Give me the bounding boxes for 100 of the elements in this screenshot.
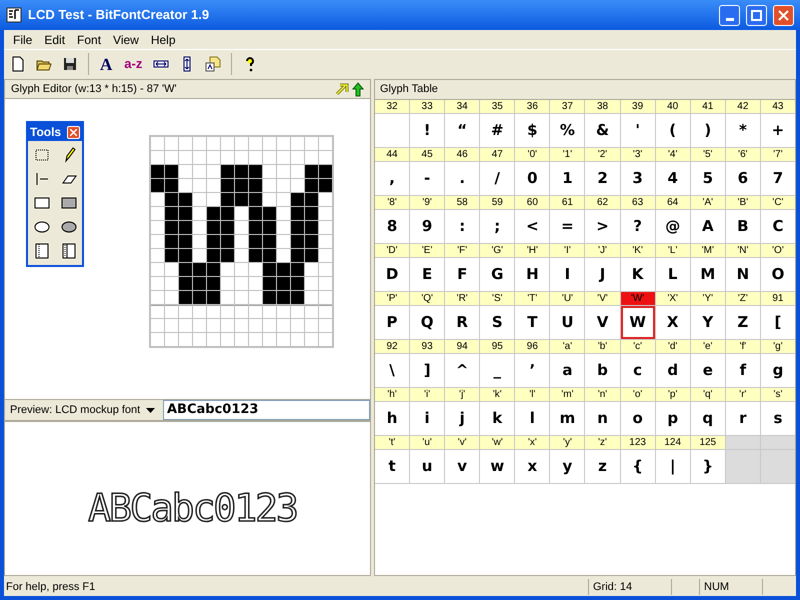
glyph-cell[interactable]: J bbox=[585, 258, 620, 291]
glyph-cell[interactable]: { bbox=[620, 450, 655, 483]
column-right-icon[interactable] bbox=[60, 242, 78, 260]
column-left-icon[interactable] bbox=[32, 242, 50, 260]
glyph-cell[interactable]: ] bbox=[410, 354, 444, 387]
glyph-cell[interactable]: / bbox=[480, 162, 514, 195]
font-dropdown[interactable]: Preview: LCD mockup font bbox=[5, 400, 163, 420]
glyph-cell[interactable]: Q bbox=[410, 306, 444, 339]
glyph-cell[interactable]: ’ bbox=[515, 354, 550, 387]
glyph-cell[interactable]: v bbox=[445, 450, 480, 483]
glyph-cell[interactable]: ! bbox=[410, 114, 444, 147]
glyph-cell[interactable]: a bbox=[550, 354, 584, 387]
glyph-cell[interactable]: j bbox=[445, 402, 480, 435]
menu-item[interactable]: Help bbox=[144, 30, 182, 48]
glyph-cell[interactable]: f bbox=[726, 354, 760, 387]
glyph-cell[interactable]: 1 bbox=[550, 162, 584, 195]
glyph-cell[interactable]: “ bbox=[445, 114, 480, 147]
glyph-cell[interactable]: $ bbox=[515, 114, 550, 147]
glyph-cell[interactable]: g bbox=[760, 354, 795, 387]
preview-text-field[interactable]: ABCabc0123 bbox=[163, 400, 370, 420]
glyph-cell[interactable]: P bbox=[375, 306, 410, 339]
glyph-cell[interactable]: w bbox=[480, 450, 514, 483]
glyph-cell[interactable]: i bbox=[410, 402, 444, 435]
arrow-up-right-icon[interactable] bbox=[335, 82, 349, 96]
glyph-cell[interactable]: + bbox=[760, 114, 795, 147]
glyph-cell[interactable]: < bbox=[515, 210, 550, 243]
glyph-cell[interactable]: 4 bbox=[656, 162, 690, 195]
glyph-cell[interactable]: c bbox=[620, 354, 655, 387]
glyph-cell[interactable]: s bbox=[760, 402, 795, 435]
glyph-cell[interactable]: m bbox=[550, 402, 584, 435]
glyph-cell[interactable]: . bbox=[445, 162, 480, 195]
minimize-button[interactable] bbox=[719, 4, 740, 26]
glyph-cell[interactable]: & bbox=[585, 114, 620, 147]
glyph-cell[interactable]: l bbox=[515, 402, 550, 435]
glyph-cell[interactable]: ; bbox=[480, 210, 514, 243]
pixel-grid[interactable] bbox=[149, 135, 334, 348]
glyph-cell[interactable]: A bbox=[690, 210, 725, 243]
maximize-button[interactable] bbox=[746, 4, 767, 26]
glyph-cell[interactable]: L bbox=[656, 258, 690, 291]
glyph-cell[interactable]: } bbox=[690, 450, 725, 483]
glyph-cell[interactable]: k bbox=[480, 402, 514, 435]
glyph-cell[interactable]: O bbox=[760, 258, 795, 291]
glyph-cell[interactable]: \ bbox=[375, 354, 410, 387]
glyph-cell[interactable]: y bbox=[550, 450, 584, 483]
glyph-cell[interactable]: * bbox=[726, 114, 760, 147]
glyph-cell[interactable]: : bbox=[445, 210, 480, 243]
glyph-cell[interactable]: 6 bbox=[726, 162, 760, 195]
glyph-cell[interactable]: b bbox=[585, 354, 620, 387]
glyph-cell[interactable]: t bbox=[375, 450, 410, 483]
glyph-cell[interactable]: e bbox=[690, 354, 725, 387]
glyph-cell[interactable]: K bbox=[620, 258, 655, 291]
glyph-cell[interactable]: E bbox=[410, 258, 444, 291]
glyph-cell[interactable]: q bbox=[690, 402, 725, 435]
glyph-cell[interactable]: 2 bbox=[585, 162, 620, 195]
glyph-cell[interactable]: p bbox=[656, 402, 690, 435]
glyph-cell[interactable]: - bbox=[410, 162, 444, 195]
glyph-cell[interactable] bbox=[375, 114, 410, 147]
glyph-cell[interactable]: R bbox=[445, 306, 480, 339]
glyph-cell[interactable]: _ bbox=[480, 354, 514, 387]
glyph-cell[interactable]: G bbox=[480, 258, 514, 291]
glyph-cell[interactable]: | bbox=[656, 450, 690, 483]
glyph-cell[interactable]: , bbox=[375, 162, 410, 195]
glyph-cell[interactable]: H bbox=[515, 258, 550, 291]
glyph-cell[interactable]: M bbox=[690, 258, 725, 291]
glyph-cell[interactable]: d bbox=[656, 354, 690, 387]
glyph-cell[interactable]: r bbox=[726, 402, 760, 435]
toolbar-button[interactable]: a-z bbox=[119, 52, 148, 76]
glyph-cell[interactable]: F bbox=[445, 258, 480, 291]
glyph-cell[interactable]: > bbox=[585, 210, 620, 243]
glyph-cell[interactable]: U bbox=[550, 306, 584, 339]
arrow-up-icon[interactable] bbox=[352, 82, 364, 96]
glyph-cell[interactable]: I bbox=[550, 258, 584, 291]
glyph-cell[interactable]: 8 bbox=[375, 210, 410, 243]
glyph-cell[interactable]: 9 bbox=[410, 210, 444, 243]
glyph-cell[interactable]: C bbox=[760, 210, 795, 243]
glyph-cell[interactable]: = bbox=[550, 210, 584, 243]
glyph-cell[interactable]: T bbox=[515, 306, 550, 339]
glyph-cell[interactable]: ' bbox=[620, 114, 655, 147]
glyph-cell[interactable]: x bbox=[515, 450, 550, 483]
glyph-cell[interactable]: X bbox=[656, 306, 690, 339]
glyph-cell[interactable]: D bbox=[375, 258, 410, 291]
glyph-cell[interactable]: Y bbox=[690, 306, 725, 339]
close-button[interactable] bbox=[67, 126, 80, 138]
toolbar-button[interactable]: A bbox=[95, 52, 118, 76]
glyph-cell[interactable]: ? bbox=[620, 210, 655, 243]
glyph-cell[interactable]: @ bbox=[656, 210, 690, 243]
glyph-cell[interactable]: o bbox=[620, 402, 655, 435]
glyph-cell[interactable]: ( bbox=[656, 114, 690, 147]
menu-item[interactable]: File bbox=[7, 30, 38, 48]
glyph-cell[interactable]: 3 bbox=[620, 162, 655, 195]
glyph-cell[interactable]: ^ bbox=[445, 354, 480, 387]
glyph-cell[interactable]: u bbox=[410, 450, 444, 483]
glyph-cell[interactable]: W bbox=[620, 306, 655, 339]
menu-item[interactable]: Font bbox=[71, 30, 108, 48]
glyph-cell[interactable]: z bbox=[585, 450, 620, 483]
menu-item[interactable]: Edit bbox=[38, 30, 72, 48]
glyph-cell[interactable]: n bbox=[585, 402, 620, 435]
glyph-cell[interactable]: Z bbox=[726, 306, 760, 339]
close-button[interactable] bbox=[773, 4, 794, 26]
glyph-cell[interactable]: S bbox=[480, 306, 514, 339]
